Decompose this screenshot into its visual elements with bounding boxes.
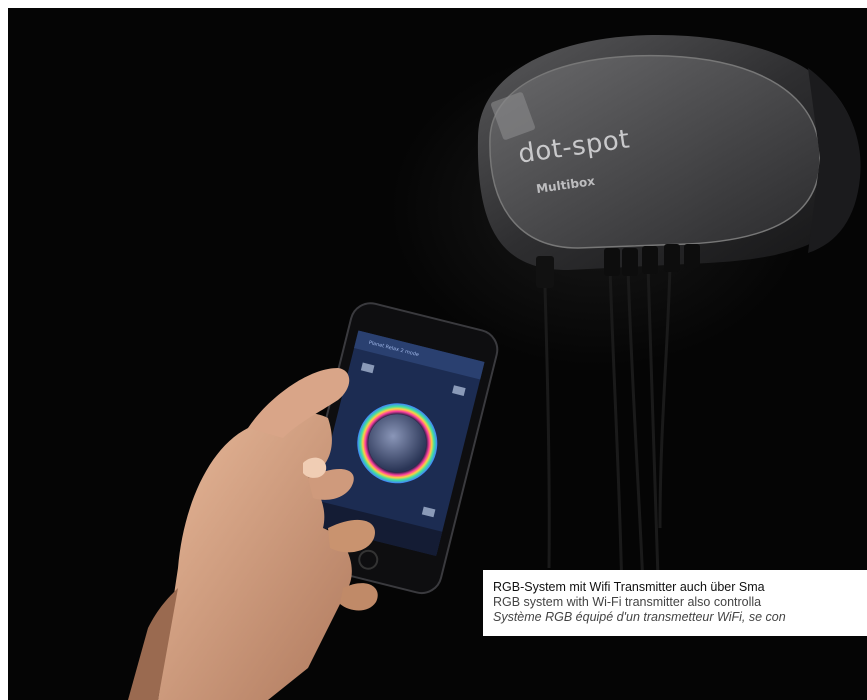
caption-english: RGB system with Wi-Fi transmitter also c…: [493, 595, 762, 609]
caption-french: Système RGB équipé d'un transmetteur WiF…: [493, 610, 786, 624]
caption-box: RGB-System mit Wifi Transmitter auch übe…: [483, 570, 867, 636]
caption-german: RGB-System mit Wifi Transmitter auch übe…: [493, 580, 765, 594]
device-cables: [543, 263, 672, 609]
